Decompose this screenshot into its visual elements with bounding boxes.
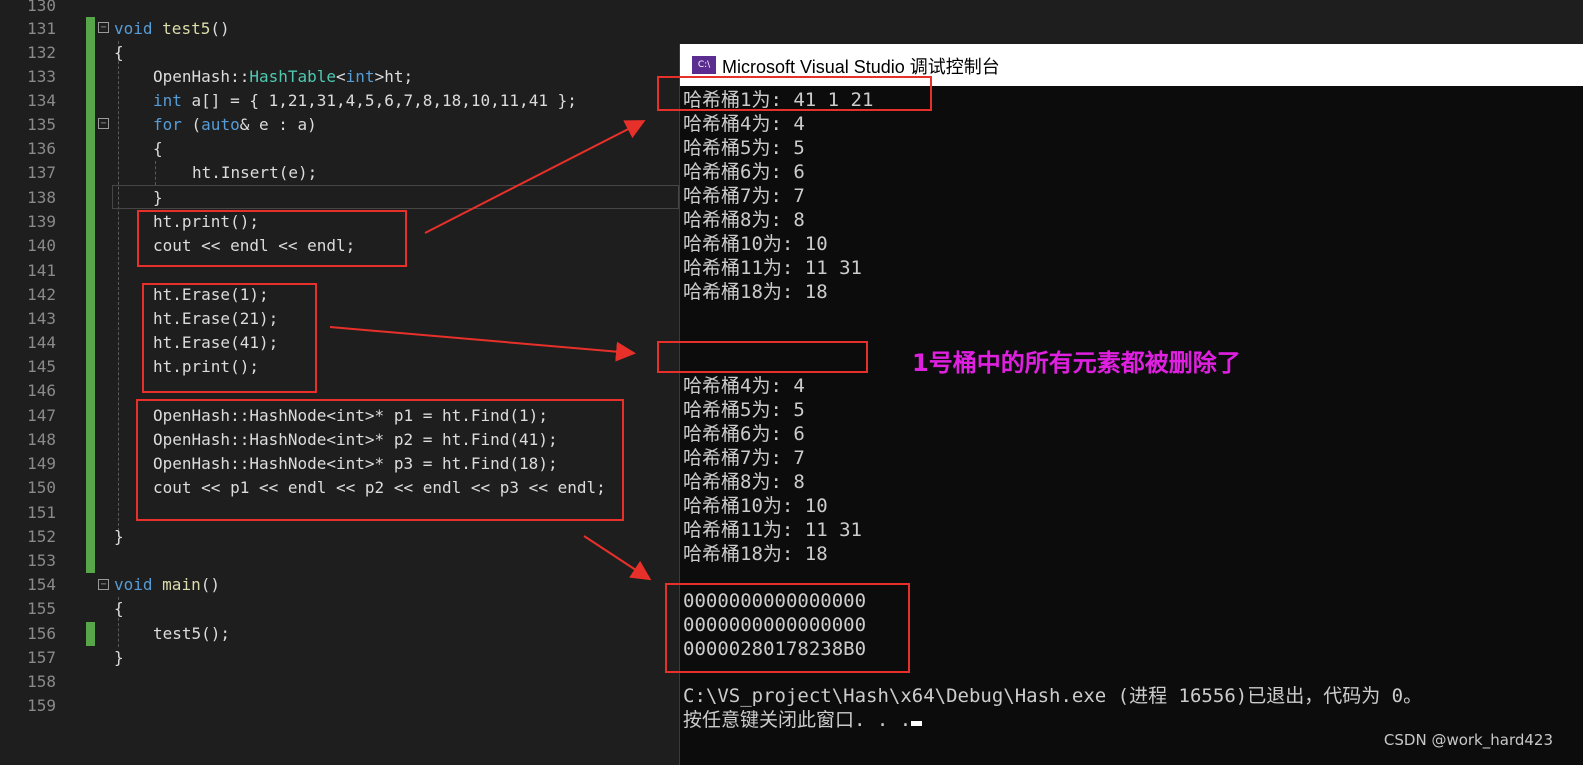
arrow-to-find-results [583,535,652,581]
annotation-arrows [329,120,652,581]
watermark: CSDN @work_hard423 [1383,731,1553,749]
arrow-to-erased-bucket [329,326,636,362]
annotation-note: 1号桶中的所有元素都被删除了 [912,349,1241,377]
arrow-to-first-output [424,120,646,234]
